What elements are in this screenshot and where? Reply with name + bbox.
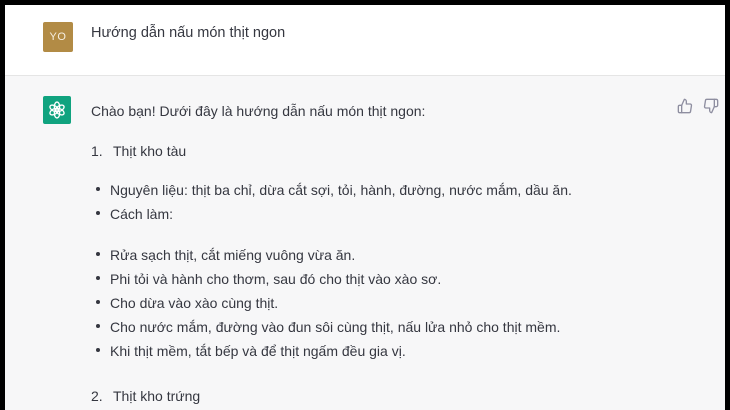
thumbs-down-icon[interactable] — [703, 98, 719, 114]
list-item: Phi tỏi và hành cho thơm, sau đó cho thị… — [91, 267, 691, 291]
assistant-avatar — [43, 96, 71, 124]
details-list: Nguyên liệu: thịt ba chỉ, dừa cắt sợi, t… — [91, 178, 691, 226]
numbered-item-1: 1. Thịt kho tàu — [91, 141, 691, 161]
list-item: Rửa sạch thịt, cắt miếng vuông vừa ăn. — [91, 243, 691, 267]
list-item: Cho dừa vào xào cùng thịt. — [91, 291, 691, 315]
user-message-text: Hướng dẫn nấu món thịt ngon — [91, 25, 286, 41]
list-item: Nguyên liệu: thịt ba chỉ, dừa cắt sợi, t… — [91, 178, 691, 202]
item-number: 2. — [91, 388, 103, 404]
item-title: Thịt kho tàu — [113, 143, 187, 159]
list-item: Cách làm: — [91, 202, 691, 226]
user-avatar: YO — [43, 22, 73, 52]
assistant-message-row: Chào bạn! Dưới đây là hướng dẫn nấu món … — [5, 76, 725, 410]
steps-list: Rửa sạch thịt, cắt miếng vuông vừa ăn. P… — [91, 243, 691, 363]
item-title: Thịt kho trứng — [113, 388, 201, 404]
item-number: 1. — [91, 143, 103, 159]
list-item: Cho nước mắm, đường vào đun sôi cùng thị… — [91, 315, 691, 339]
assistant-intro: Chào bạn! Dưới đây là hướng dẫn nấu món … — [91, 103, 426, 119]
chat-window: YO Hướng dẫn nấu món thịt ngon Chào bạn!… — [5, 5, 725, 410]
openai-logo-icon — [49, 101, 65, 119]
numbered-item-2: 2. Thịt kho trứng — [91, 386, 691, 406]
user-message-row: YO Hướng dẫn nấu món thịt ngon — [5, 5, 725, 76]
assistant-message-content: Chào bạn! Dưới đây là hướng dẫn nấu món … — [91, 101, 691, 406]
list-item: Khi thịt mềm, tắt bếp và để thịt ngấm đề… — [91, 339, 691, 363]
